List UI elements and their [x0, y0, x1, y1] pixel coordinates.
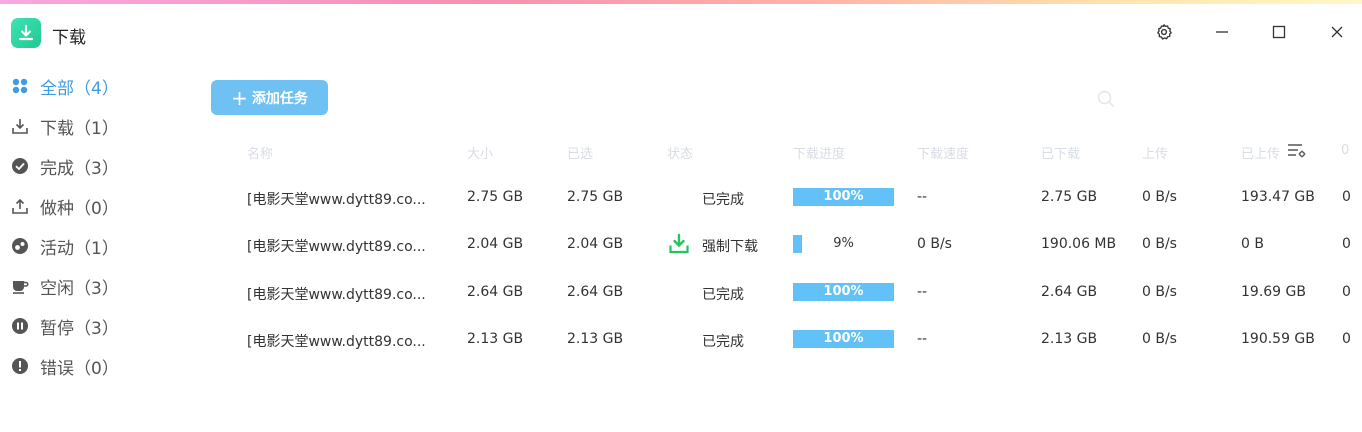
header-name[interactable]: 名称 — [247, 143, 273, 162]
progress-bar: 100% — [793, 330, 894, 348]
cell-uploaded: 0 B — [1241, 236, 1264, 252]
maximize-icon[interactable] — [1265, 18, 1293, 46]
header-downloaded[interactable]: 已下载 — [1041, 143, 1080, 162]
cell-uploaded: 190.59 GB — [1241, 331, 1315, 347]
grid-icon — [10, 76, 30, 96]
progress-bar: 9% — [793, 235, 894, 253]
cell-extra: 0 — [1342, 331, 1351, 347]
cell-uploaded: 19.69 GB — [1241, 284, 1306, 300]
sidebar-item-label: 下载（1） — [40, 118, 119, 139]
cell-selected: 2.64 GB — [567, 284, 624, 300]
plus-icon: + — [231, 85, 248, 110]
window-title: 下载 — [52, 28, 86, 48]
header-size[interactable]: 大小 — [467, 143, 493, 162]
cell-selected: 2.75 GB — [567, 189, 624, 205]
cell-uploaded: 193.47 GB — [1241, 189, 1315, 205]
table-header: 名称 大小 已选 状态 下载进度 下载速度 已下载 上传 已上传 0 — [0, 140, 1362, 164]
header-uploaded[interactable]: 已上传 — [1241, 143, 1280, 162]
progress-label: 9% — [833, 236, 854, 251]
cell-size: 2.64 GB — [467, 284, 524, 300]
cell-status: 已完成 — [702, 334, 744, 350]
cell-download-speed: -- — [917, 189, 928, 205]
cell-downloaded: 190.06 MB — [1041, 236, 1117, 252]
settings-gear-icon[interactable] — [1150, 18, 1178, 46]
cell-downloaded: 2.75 GB — [1041, 189, 1098, 205]
table-row[interactable]: [电影天堂www.dytt89.co... 2.75 GB 2.75 GB 已完… — [0, 175, 1362, 221]
cell-size: 2.04 GB — [467, 236, 524, 252]
cell-upload-speed: 0 B/s — [1142, 236, 1177, 252]
add-task-button[interactable]: + 添加任务 — [211, 80, 328, 115]
table-row[interactable]: [电影天堂www.dytt89.co... 2.13 GB 2.13 GB 已完… — [0, 317, 1362, 363]
sidebar-item-all[interactable]: 全部（4） — [10, 66, 180, 106]
cell-size: 2.75 GB — [467, 189, 524, 205]
header-extra[interactable]: 0 — [1341, 143, 1349, 158]
add-task-label: 添加任务 — [251, 90, 308, 107]
cell-size: 2.13 GB — [467, 331, 524, 347]
cell-selected: 2.13 GB — [567, 331, 624, 347]
cell-extra: 0 — [1342, 236, 1351, 252]
header-upload[interactable]: 上传 — [1142, 143, 1168, 162]
cell-download-speed: -- — [917, 284, 928, 300]
header-download-speed[interactable]: 下载速度 — [917, 143, 969, 162]
download-icon — [10, 116, 30, 136]
app-logo-icon — [11, 18, 41, 48]
progress-label: 100% — [823, 331, 864, 346]
cell-download-speed: -- — [917, 331, 928, 347]
header-progress[interactable]: 下载进度 — [793, 143, 845, 162]
cell-selected: 2.04 GB — [567, 236, 624, 252]
cell-name: [电影天堂www.dytt89.co... — [247, 239, 426, 255]
progress-label: 100% — [823, 284, 864, 299]
table-row[interactable]: [电影天堂www.dytt89.co... 2.04 GB 2.04 GB 强制… — [0, 222, 1362, 268]
cell-name: [电影天堂www.dytt89.co... — [247, 287, 426, 303]
progress-bar: 100% — [793, 283, 894, 301]
close-icon[interactable] — [1323, 18, 1351, 46]
cell-upload-speed: 0 B/s — [1142, 331, 1177, 347]
cell-status: 强制下载 — [702, 239, 758, 255]
download-status-icon — [668, 233, 690, 255]
progress-label: 100% — [823, 189, 864, 204]
sidebar-item-label: 全部（4） — [40, 78, 119, 99]
column-settings-icon[interactable] — [1287, 142, 1307, 160]
cell-upload-speed: 0 B/s — [1142, 284, 1177, 300]
title-bar: 下载 — [0, 4, 1362, 60]
cell-status: 已完成 — [702, 192, 744, 208]
minimize-icon[interactable] — [1208, 18, 1236, 46]
cell-name: [电影天堂www.dytt89.co... — [247, 192, 426, 208]
table-row[interactable]: [电影天堂www.dytt89.co... 2.64 GB 2.64 GB 已完… — [0, 270, 1362, 316]
cell-status: 已完成 — [702, 287, 744, 303]
header-status[interactable]: 状态 — [667, 143, 693, 162]
cell-downloaded: 2.64 GB — [1041, 284, 1098, 300]
search-icon[interactable] — [1096, 89, 1116, 109]
cell-download-speed: 0 B/s — [917, 236, 952, 252]
cell-upload-speed: 0 B/s — [1142, 189, 1177, 205]
cell-downloaded: 2.13 GB — [1041, 331, 1098, 347]
cell-extra: 0 — [1342, 284, 1351, 300]
progress-bar: 100% — [793, 188, 894, 206]
cell-name: [电影天堂www.dytt89.co... — [247, 334, 426, 350]
header-selected[interactable]: 已选 — [567, 143, 593, 162]
cell-extra: 0 — [1342, 189, 1351, 205]
